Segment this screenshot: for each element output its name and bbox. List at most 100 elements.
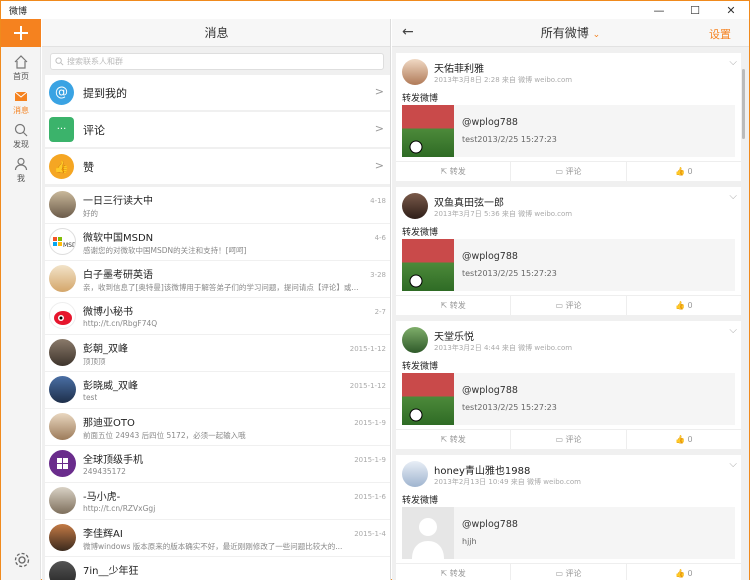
card-username[interactable]: 天佑菲利雅 [434,60,484,75]
conversation-row[interactable]: 彭晓威_双峰 test 2015-1-12 [45,372,390,408]
feed-filter-dropdown[interactable]: 所有微博 ⌄ [392,19,749,49]
quoted-username[interactable]: @wplog788 [462,117,518,128]
card-text: 转发微博 [402,94,439,104]
quoted-post[interactable]: @wplog788 test2013/2/25 15:27:23 [402,239,735,291]
repost-button[interactable]: ⇱ 转发 [396,430,512,449]
conversation-preview: http://t.cn/RbgF74Q [83,319,158,328]
comment-button[interactable]: ▭ 评论 [511,430,627,449]
like-button[interactable]: 👍 0 [627,564,741,580]
conversation-row[interactable]: 全球顶级手机 249435172 2015-1-9 [45,446,390,482]
card-username[interactable]: 天堂乐悦 [434,328,474,343]
card-actions: ⇱ 转发 ▭ 评论 👍 0 [396,161,741,181]
quoted-username[interactable]: @wplog788 [462,385,518,396]
conversation-row[interactable]: 那迪亚OTO 前面五位 24943 后四位 5172，必须一起输入哦 2015-… [45,409,390,445]
conversation-name: 那迪亚OTO [83,418,135,429]
conversation-name: 全球顶级手机 [83,455,143,466]
conversation-row[interactable]: 彭朝_双峰 顶顶顶 2015-1-12 [45,335,390,371]
chevron-down-icon[interactable]: ⌵ [729,191,737,202]
avatar [402,193,428,219]
close-button[interactable]: ✕ [713,1,749,19]
weibo-card[interactable]: 天佑菲利雅 2013年3月8日 2:28 来自 微博 weibo.com ⌵ 转… [396,53,741,181]
category-comments[interactable]: ··· 评论 > [45,112,390,147]
thumbs-up-icon: 👍 [675,301,685,310]
search-placeholder: 搜索联系人和群 [67,57,123,66]
comment-label: 评论 [565,167,582,176]
comment-icon: ▭ [555,435,563,444]
chevron-down-icon: ⌄ [592,30,601,40]
default-avatar-image[interactable] [402,507,454,559]
conversation-name: 白子墨考研英语 [83,270,153,281]
weibo-feed-panel: 所有微博 ⌄ ← 设置 天佑菲利雅 2013年3月8日 2:28 来自 微博 w… [392,19,749,580]
app-window: 微博 — ☐ ✕ 首页 消息 发现 我 消息 搜索联系人和群 @ 提到我的 > … [0,0,750,580]
like-button[interactable]: 👍 0 [627,162,741,181]
conversation-row[interactable]: 白子墨考研英语 亲，收到信息了[奥特曼]该微博用于解答弟子们的学习问题，提问请点… [45,261,390,297]
comment-icon: ▭ [555,569,563,578]
quoted-image[interactable] [402,105,454,157]
conversation-row[interactable]: -马小虎- http://t.cn/RZVxGgj 2015-1-6 [45,483,390,519]
quoted-post[interactable]: @wplog788 test2013/2/25 15:27:23 [402,105,735,157]
conversation-name: 微软中国MSDN [83,233,154,244]
like-button[interactable]: 👍 0 [627,296,741,315]
category-mentions[interactable]: @ 提到我的 > [45,75,390,110]
chevron-right-icon: > [374,85,384,98]
quoted-text: hjjh [462,537,477,546]
quoted-post[interactable]: @wplog788 test2013/2/25 15:27:23 [402,373,735,425]
comment-label: 评论 [565,569,582,578]
quoted-username[interactable]: @wplog788 [462,251,518,262]
card-username[interactable]: honey青山雅也1988 [434,462,530,477]
like-button[interactable]: 👍 0 [627,430,741,449]
back-arrow-icon[interactable]: ← [402,24,414,40]
conversation-time: 2015-1-9 [354,419,386,427]
settings-link[interactable]: 设置 [709,26,731,42]
conversation-name: 微博小秘书 [83,307,133,318]
comment-icon: ▭ [555,301,563,310]
avatar [49,339,76,366]
avatar [49,561,76,580]
weibo-card[interactable]: 天堂乐悦 2013年3月2日 4:44 来自 微博 weibo.com ⌵ 转发… [396,321,741,449]
chevron-down-icon[interactable]: ⌵ [729,325,737,336]
compose-button[interactable] [1,19,41,47]
contact-search-input[interactable]: 搜索联系人和群 [50,53,384,70]
category-likes[interactable]: 👍 赞 > [45,149,390,184]
quoted-image[interactable] [402,239,454,291]
svg-text:MSDN: MSDN [63,242,76,249]
card-meta: 2013年3月7日 5:36 来自 微博 weibo.com [434,210,573,218]
nav-item-me[interactable]: 我 [1,153,41,187]
quoted-image[interactable] [402,373,454,425]
weibo-card[interactable]: honey青山雅也1988 2013年2月13日 10:49 来自 微博 wei… [396,455,741,580]
settings-button[interactable] [13,551,31,573]
conversation-time: 2015-1-6 [354,493,386,501]
chevron-right-icon: > [374,122,384,135]
maximize-button[interactable]: ☐ [677,1,713,19]
quoted-username[interactable]: @wplog788 [462,519,518,530]
conversation-row[interactable]: 一日三行读大中 好的 4-18 [45,187,390,223]
conversation-name: 彭朝_双峰 [83,344,128,355]
nav-item-home[interactable]: 首页 [1,51,41,85]
conversation-row[interactable]: 李佳辉AI 微博windows 版本原来的版本确实不好，最近刚刚修改了一些问题比… [45,520,390,556]
nav-item-messages[interactable]: 消息 [1,85,41,119]
repost-button[interactable]: ⇱ 转发 [396,162,512,181]
comment-button[interactable]: ▭ 评论 [511,296,627,315]
comment-icon: ▭ [555,167,563,176]
repost-button[interactable]: ⇱ 转发 [396,296,512,315]
feed-scrollbar[interactable] [742,69,745,139]
conversation-row[interactable]: 微博小秘书 http://t.cn/RbgF74Q 2-7 [45,298,390,334]
chevron-down-icon[interactable]: ⌵ [729,57,737,68]
quoted-post[interactable]: @wplog788 hjjh [402,507,735,559]
repost-button[interactable]: ⇱ 转发 [396,564,512,580]
avatar [49,376,76,403]
comment-button[interactable]: ▭ 评论 [511,564,627,580]
minimize-button[interactable]: — [641,1,677,19]
conversation-row[interactable]: MSDN 微软中国MSDN 感谢您的对微软中国MSDN的关注和支持！[呵呵] 4… [45,224,390,260]
weibo-card[interactable]: 双鱼真田弦一郎 2013年3月7日 5:36 来自 微博 weibo.com ⌵… [396,187,741,315]
comment-button[interactable]: ▭ 评论 [511,162,627,181]
card-username[interactable]: 双鱼真田弦一郎 [434,194,504,209]
chevron-down-icon[interactable]: ⌵ [729,459,737,470]
quoted-text: test2013/2/25 15:27:23 [462,135,557,144]
nav-item-discover[interactable]: 发现 [1,119,41,153]
like-count: 0 [687,301,693,310]
repost-label: 转发 [449,167,466,176]
conversation-row[interactable]: 7in__少年狂 [45,557,390,580]
quoted-text: test2013/2/25 15:27:23 [462,403,557,412]
avatar [49,302,76,329]
